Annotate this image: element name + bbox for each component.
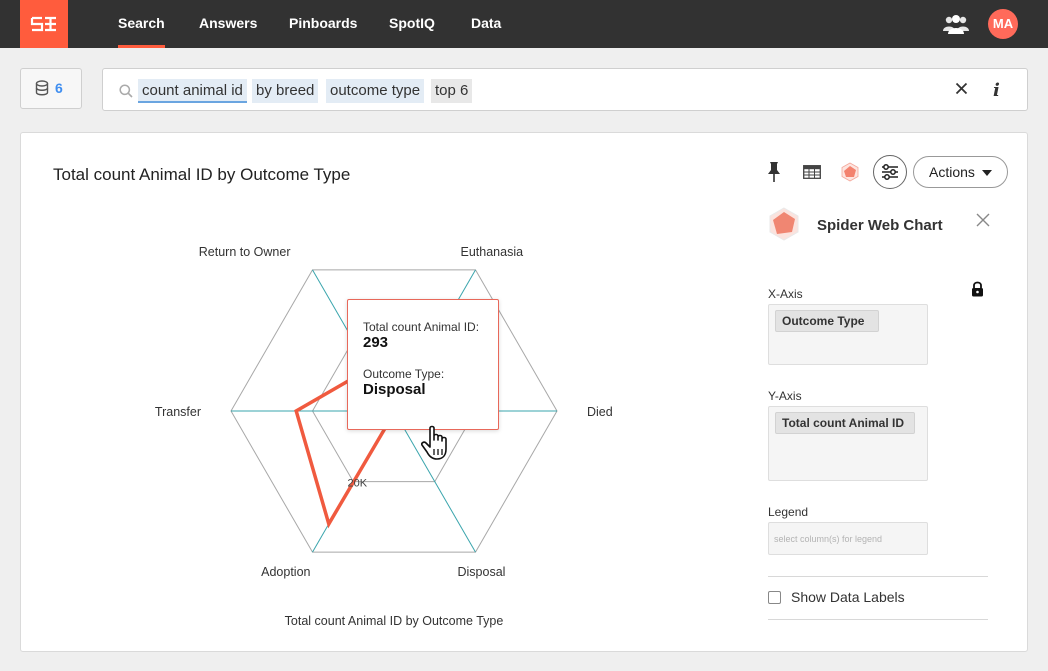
axis-label: Transfer bbox=[155, 405, 201, 419]
divider bbox=[768, 619, 988, 620]
x-axis-dropzone[interactable]: Outcome Type bbox=[768, 304, 928, 365]
y-axis-dropzone[interactable]: Total count Animal ID bbox=[768, 406, 928, 481]
show-data-labels-checkbox[interactable] bbox=[768, 591, 781, 604]
actions-button[interactable]: Actions bbox=[913, 156, 1008, 188]
close-icon[interactable] bbox=[976, 213, 990, 227]
answer-card: Total count Animal ID by Outcome Type Ac… bbox=[20, 132, 1028, 652]
y-axis-column-chip[interactable]: Total count Animal ID bbox=[775, 412, 915, 434]
axis-label: Adoption bbox=[261, 565, 310, 579]
axis-label: Disposal bbox=[458, 565, 506, 579]
tooltip-dim-label: Outcome Type: bbox=[363, 367, 445, 381]
x-axis-column-chip[interactable]: Outcome Type bbox=[775, 310, 879, 332]
hand-cursor-icon bbox=[421, 425, 447, 460]
info-icon[interactable]: i bbox=[993, 80, 1000, 101]
x-axis-label: X-Axis bbox=[768, 287, 803, 301]
tooltip-metric-value: 293 bbox=[363, 334, 389, 351]
axis-label: Died bbox=[587, 405, 613, 419]
search-token[interactable]: top 6 bbox=[431, 79, 473, 103]
caret-down-icon bbox=[982, 170, 992, 176]
tooltip-metric-label: Total count Animal ID: bbox=[363, 320, 480, 334]
nav-answers[interactable]: Answers bbox=[199, 0, 257, 48]
data-sources-button[interactable]: 6 bbox=[20, 68, 82, 109]
settings-sliders-icon bbox=[882, 164, 898, 180]
nav-pinboards[interactable]: Pinboards bbox=[289, 0, 357, 48]
chart-tooltip: Total count Animal ID: 293 Outcome Type:… bbox=[347, 299, 499, 430]
legend-label: Legend bbox=[768, 505, 809, 519]
legend-dropzone[interactable]: select column(s) for legend bbox=[768, 522, 928, 555]
search-bar[interactable]: count animal id by breed outcome type to… bbox=[102, 68, 1028, 111]
legend-placeholder: select column(s) for legend bbox=[774, 534, 883, 544]
source-count: 6 bbox=[55, 80, 63, 96]
nav-search[interactable]: Search bbox=[118, 0, 165, 48]
thoughtspot-logo-icon[interactable] bbox=[20, 0, 68, 48]
search-icon bbox=[119, 84, 133, 98]
spider-chart-icon[interactable] bbox=[840, 162, 860, 182]
divider bbox=[768, 576, 988, 577]
y-axis-label: Y-Axis bbox=[768, 389, 802, 403]
database-icon bbox=[35, 80, 49, 96]
chart-type-title: Spider Web Chart bbox=[817, 217, 943, 234]
clear-icon[interactable] bbox=[955, 82, 968, 95]
chart-x-axis-title: Total count Animal ID by Outcome Type bbox=[285, 614, 504, 628]
search-token[interactable]: outcome type bbox=[326, 79, 425, 103]
table-icon[interactable] bbox=[803, 165, 821, 179]
top-nav-bar: Search Answers Pinboards SpotIQ Data MA bbox=[0, 0, 1048, 48]
tooltip-dim-value: Disposal bbox=[363, 381, 426, 398]
axis-label: Return to Owner bbox=[199, 245, 291, 259]
actions-label: Actions bbox=[929, 164, 975, 180]
search-token[interactable]: by breed bbox=[252, 79, 319, 103]
lock-icon[interactable] bbox=[971, 281, 984, 297]
axis-label: Euthanasia bbox=[461, 245, 524, 259]
nav-data[interactable]: Data bbox=[471, 0, 501, 48]
show-data-labels-label[interactable]: Show Data Labels bbox=[791, 589, 905, 605]
tick-label: 20K bbox=[347, 478, 367, 490]
search-token[interactable]: count animal id bbox=[138, 79, 247, 103]
chart-settings-button[interactable] bbox=[873, 155, 907, 189]
pin-icon[interactable] bbox=[767, 161, 781, 183]
people-icon[interactable] bbox=[943, 13, 969, 40]
avatar[interactable]: MA bbox=[988, 9, 1018, 39]
spider-web-chart-icon bbox=[769, 207, 799, 241]
nav-spotiq[interactable]: SpotIQ bbox=[389, 0, 435, 48]
